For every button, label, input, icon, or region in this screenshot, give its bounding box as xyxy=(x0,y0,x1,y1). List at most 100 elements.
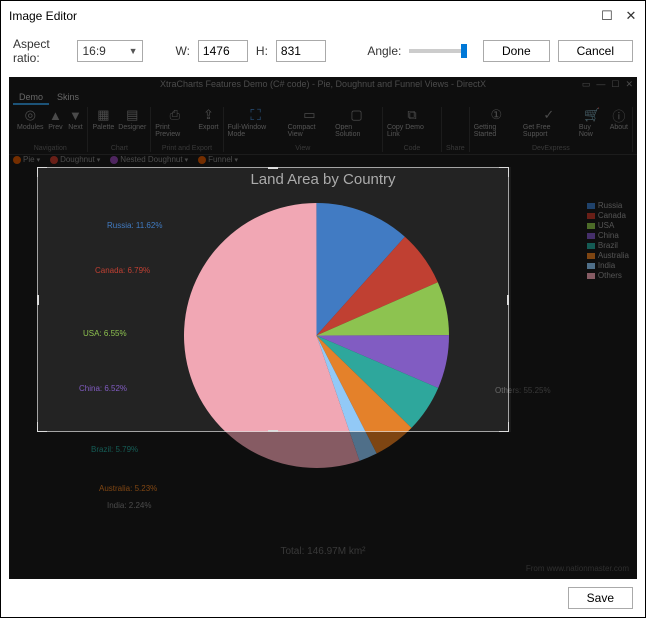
app-title: XtraCharts Features Demo (C# code) - Pie… xyxy=(9,79,637,89)
print-preview-icon: ⎙ xyxy=(167,107,183,123)
angle-label: Angle: xyxy=(367,44,401,58)
sub-ribbon: Pie ▾ Doughnut ▾ Nested Doughnut ▾ Funnel ▾ xyxy=(13,155,238,164)
slice-label: India: 2.24% xyxy=(107,501,151,510)
legend-russia: Russia xyxy=(587,201,629,210)
swatch-icon xyxy=(587,253,595,259)
slice-label: USA: 6.55% xyxy=(83,329,127,338)
legend-usa: USA xyxy=(587,221,629,230)
cancel-button[interactable]: Cancel xyxy=(558,40,633,62)
height-label: H: xyxy=(256,44,268,58)
legend-china: China xyxy=(587,231,629,240)
full-window-mode-icon: ⛶ xyxy=(248,107,264,123)
subribbon-pie[interactable]: Pie ▾ xyxy=(13,155,40,164)
titlebar: Image Editor ☐ ✕ xyxy=(1,1,645,31)
aspect-label: Aspect ratio: xyxy=(13,37,69,65)
chevron-down-icon: ▾ xyxy=(235,156,239,164)
ribbon-group-view: ⛶Full-Window Mode▭Compact View▢Open Solu… xyxy=(224,107,383,152)
app-close-icon: ✕ xyxy=(625,79,633,90)
subribbon-doughnut[interactable]: Doughnut ▾ xyxy=(50,155,100,164)
width-input[interactable] xyxy=(198,40,248,62)
legend-australia: Australia xyxy=(587,251,629,260)
slice-label: China: 6.52% xyxy=(79,384,127,393)
crop-handle-t[interactable] xyxy=(268,167,278,169)
subribbon-nested-doughnut[interactable]: Nested Doughnut ▾ xyxy=(110,155,188,164)
ribbon-group-print-and-export: ⎙Print Preview⇪ExportPrint and Export xyxy=(151,107,223,152)
getting-started-icon: ① xyxy=(488,107,504,123)
ribbon-getting-started[interactable]: ①Getting Started xyxy=(474,107,519,145)
app-maximize-icon: ☐ xyxy=(611,79,619,90)
legend-canada: Canada xyxy=(587,211,629,220)
maximize-icon[interactable]: ☐ xyxy=(601,10,613,22)
image-editor-window: Image Editor ☐ ✕ Aspect ratio: 16:9 ▼ W:… xyxy=(0,0,646,618)
save-button[interactable]: Save xyxy=(568,587,633,609)
app-ribbon-icon: ▭ xyxy=(582,79,591,90)
ribbon-export[interactable]: ⇪Export xyxy=(198,107,218,145)
ribbon-compact-view[interactable]: ▭Compact View xyxy=(288,107,331,145)
chevron-down-icon: ▼ xyxy=(129,46,138,56)
legend: RussiaCanadaUSAChinaBrazilAustraliaIndia… xyxy=(587,201,629,281)
ribbon-designer[interactable]: ▤Designer xyxy=(118,107,146,145)
chart-area: Land Area by Country RussiaCanadaUSAChin… xyxy=(9,171,637,579)
legend-brazil: Brazil xyxy=(587,241,629,250)
slice-label: Brazil: 5.79% xyxy=(91,445,138,454)
angle-slider[interactable] xyxy=(409,49,467,53)
ribbon-copy-demo-link[interactable]: ⧉Copy Demo Link xyxy=(387,107,437,145)
total-label: Total: 146.97M km² xyxy=(9,546,637,557)
swatch-icon xyxy=(587,213,595,219)
ribbon-prev[interactable]: ▲Prev xyxy=(47,107,63,145)
ribbon-palette[interactable]: ▦Palette xyxy=(92,107,114,145)
tab-demo[interactable]: Demo xyxy=(13,91,49,105)
swatch-icon xyxy=(587,233,595,239)
export-icon: ⇪ xyxy=(201,107,217,123)
window-title: Image Editor xyxy=(9,9,77,23)
ribbon-about[interactable]: ⓘAbout xyxy=(610,107,628,145)
ribbon-get-free-support[interactable]: ✓Get Free Support xyxy=(523,107,575,145)
compact-view-icon: ▭ xyxy=(301,107,317,123)
subribbon-funnel[interactable]: Funnel ▾ xyxy=(198,155,238,164)
credit-label: From www.nationmaster.com xyxy=(526,564,629,573)
slice-label: Russia: 11.62% xyxy=(107,221,162,230)
ribbon-group-chart: ▦Palette▤DesignerChart xyxy=(88,107,151,152)
app-tabs: DemoSkins xyxy=(13,91,85,105)
next-icon: ▼ xyxy=(67,107,83,123)
palette-icon: ▦ xyxy=(95,107,111,123)
ribbon-group-share: Share xyxy=(442,107,470,152)
chart-title: Land Area by Country xyxy=(9,171,637,188)
app-window-buttons: ▭ — ☐ ✕ xyxy=(582,79,633,90)
slice-label: Canada: 6.79% xyxy=(95,266,150,275)
controls-bar: Aspect ratio: 16:9 ▼ W: H: Angle: Done C… xyxy=(1,31,645,77)
swatch-icon xyxy=(587,263,595,269)
slider-thumb[interactable] xyxy=(461,44,467,58)
slice-label: Australia: 5.23% xyxy=(99,484,157,493)
height-input[interactable] xyxy=(276,40,326,62)
done-button[interactable]: Done xyxy=(483,40,550,62)
legend-india: India xyxy=(587,261,629,270)
ribbon: ◎Modules▲Prev▼NextNavigation▦Palette▤Des… xyxy=(9,105,637,155)
modules-icon: ◎ xyxy=(22,107,38,123)
footer: Save xyxy=(1,579,645,617)
tab-skins[interactable]: Skins xyxy=(51,91,85,105)
prev-icon: ▲ xyxy=(47,107,63,123)
ribbon-next[interactable]: ▼Next xyxy=(67,107,83,145)
swatch-icon xyxy=(587,203,595,209)
ribbon-group-devexpress: ①Getting Started✓Get Free Support🛒Buy No… xyxy=(470,107,633,152)
swatch-icon xyxy=(587,223,595,229)
dot-icon xyxy=(50,156,58,164)
about-icon: ⓘ xyxy=(611,107,627,123)
ribbon-open-solution[interactable]: ▢Open Solution xyxy=(335,107,378,145)
chevron-down-icon: ▾ xyxy=(97,156,101,164)
chevron-down-icon: ▾ xyxy=(37,156,41,164)
close-icon[interactable]: ✕ xyxy=(625,10,637,22)
ribbon-modules[interactable]: ◎Modules xyxy=(17,107,43,145)
dot-icon xyxy=(198,156,206,164)
ribbon-print-preview[interactable]: ⎙Print Preview xyxy=(155,107,194,145)
aspect-ratio-select[interactable]: 16:9 ▼ xyxy=(77,40,142,62)
open-solution-icon: ▢ xyxy=(349,107,365,123)
copy-demo-link-icon: ⧉ xyxy=(404,107,420,123)
width-label: W: xyxy=(175,44,189,58)
slice-label: Others: 55.25% xyxy=(495,386,551,395)
dot-icon xyxy=(13,156,21,164)
get-free-support-icon: ✓ xyxy=(541,107,557,123)
ribbon-buy-now[interactable]: 🛒Buy Now xyxy=(579,107,606,145)
ribbon-full-window-mode[interactable]: ⛶Full-Window Mode xyxy=(228,107,284,145)
